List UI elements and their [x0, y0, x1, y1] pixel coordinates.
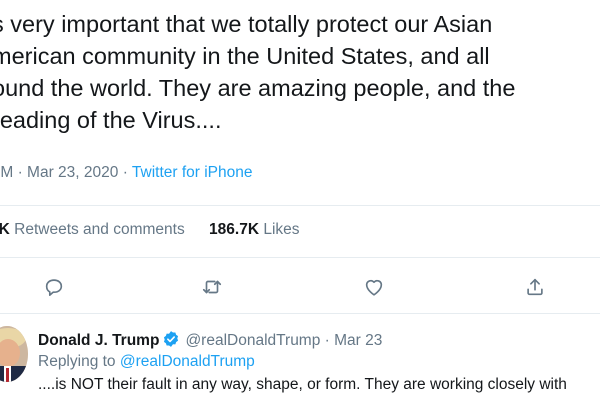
reply-handle[interactable]: @realDonaldTrump — [185, 332, 320, 349]
replying-to-label: Replying to — [38, 353, 116, 370]
reply-date[interactable]: Mar 23 — [334, 332, 382, 349]
divider — [0, 205, 600, 206]
meta-separator: · — [17, 164, 28, 181]
likes-count: 186.7K — [209, 221, 260, 238]
reply-header: Donald J. Trump @realDonaldTrump · Mar 23 — [38, 330, 382, 350]
reply-icon — [43, 276, 65, 303]
meta-separator: · — [122, 164, 132, 181]
likes-stat[interactable]: 186.7K Likes — [209, 221, 299, 238]
reply-button[interactable] — [37, 272, 71, 306]
replying-to-mention[interactable]: @realDonaldTrump — [120, 353, 255, 370]
divider — [0, 257, 600, 258]
like-button[interactable] — [357, 272, 391, 306]
reply-text: ....is NOT their fault in any way, shape… — [38, 376, 567, 393]
tweet-source[interactable]: Twitter for iPhone — [132, 164, 253, 181]
reply-tweet[interactable]: Donald J. Trump @realDonaldTrump · Mar 23… — [0, 316, 600, 400]
tweet-actions — [0, 272, 600, 304]
retweets-label: Retweets and comments — [14, 221, 185, 238]
tweet-date[interactable]: Mar 23, 2020 — [27, 164, 118, 181]
retweet-button[interactable] — [195, 272, 229, 306]
tweet-text: s very important that we totally protect… — [0, 11, 516, 133]
tweet-stats: 6K Retweets and comments 186.7K Likes — [0, 221, 300, 239]
share-icon — [524, 276, 546, 303]
retweet-icon — [201, 276, 223, 303]
replying-to: Replying to @realDonaldTrump — [38, 353, 255, 371]
share-button[interactable] — [518, 272, 552, 306]
retweets-stat[interactable]: 6K Retweets and comments — [0, 221, 189, 238]
verified-badge-icon — [162, 330, 180, 348]
tweet-meta: PM · Mar 23, 2020 · Twitter for iPhone — [0, 164, 253, 182]
tweet-time: PM — [0, 164, 14, 181]
divider — [0, 313, 600, 314]
reply-author-name[interactable]: Donald J. Trump — [38, 332, 159, 349]
meta-separator: · — [324, 332, 335, 349]
likes-label: Likes — [263, 221, 300, 238]
retweets-count: 6K — [0, 221, 10, 238]
like-icon — [363, 276, 385, 303]
avatar[interactable] — [0, 326, 28, 382]
